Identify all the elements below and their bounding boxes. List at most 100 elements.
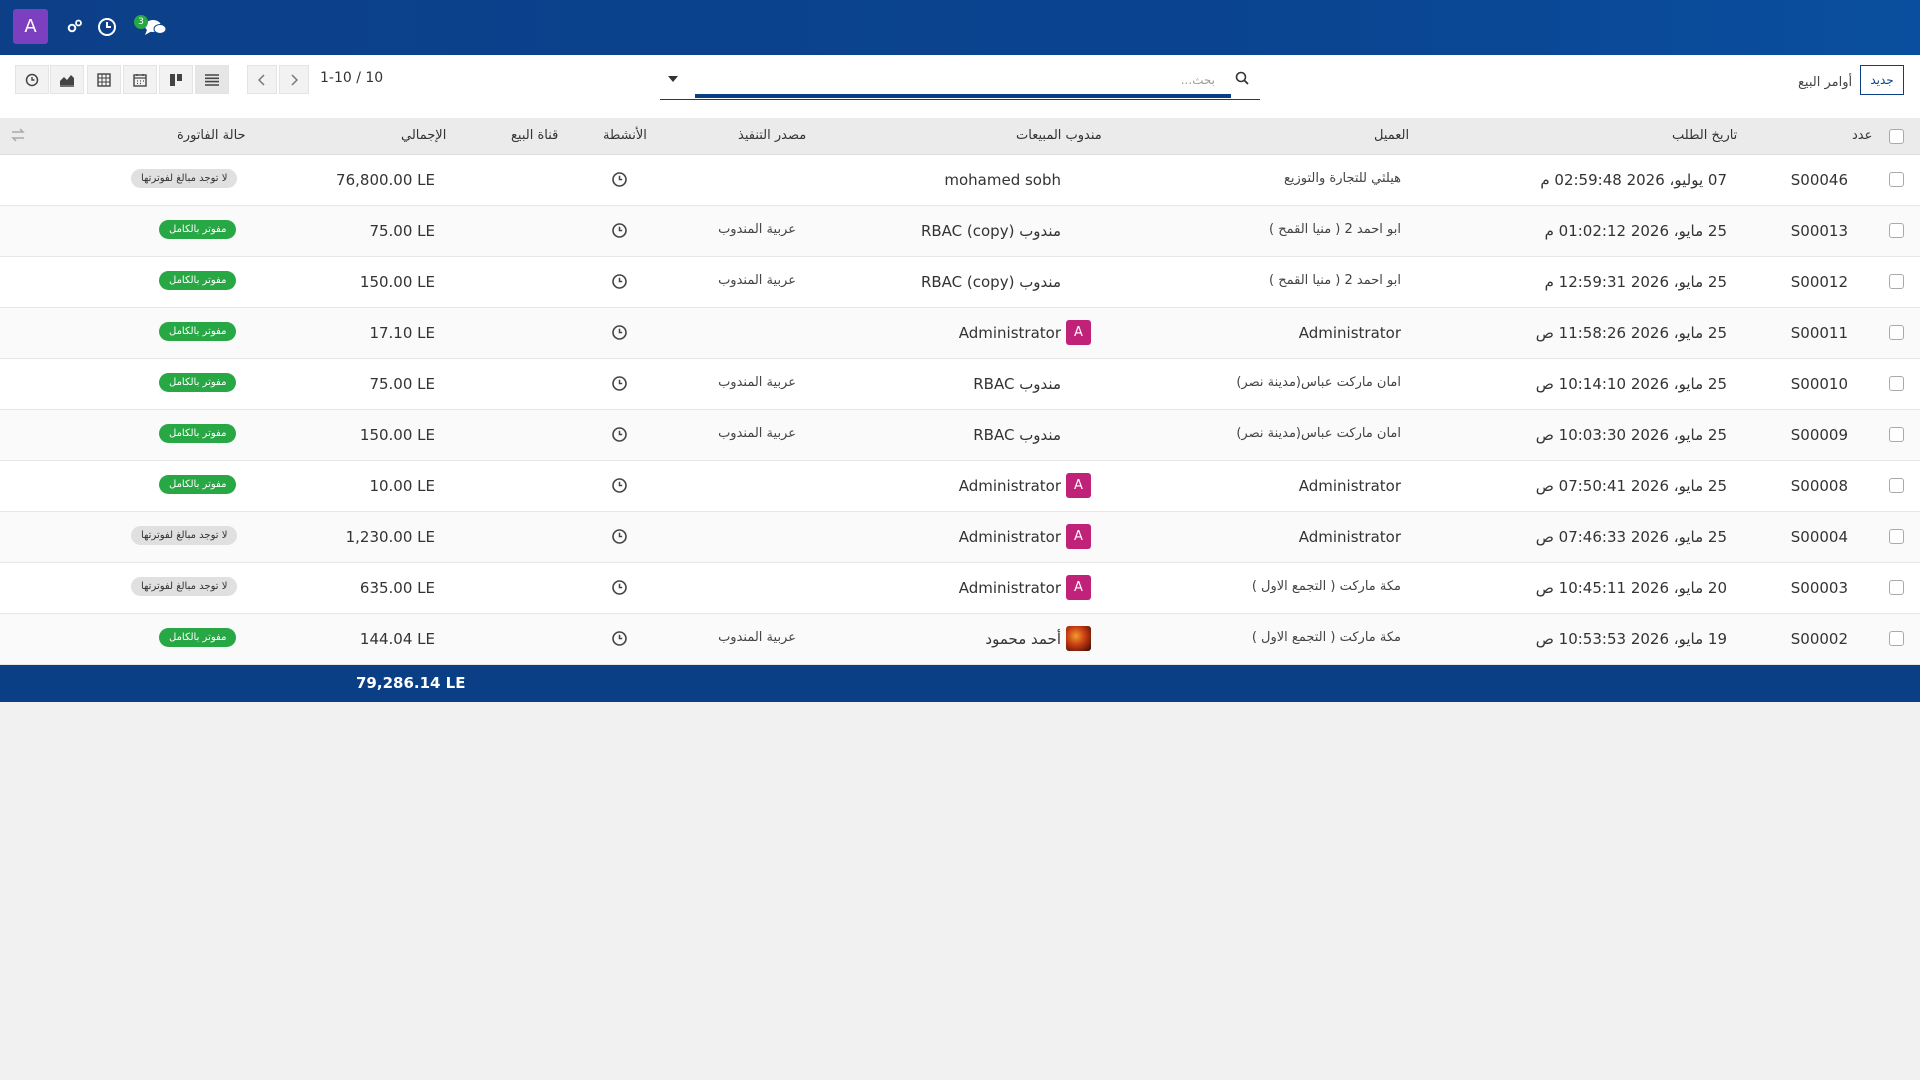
activity-clock-icon[interactable]	[611, 477, 628, 494]
activity-clock-icon[interactable]	[611, 171, 628, 188]
customer-name: ابو احمد 2 ( منيا القمح )	[1269, 222, 1401, 237]
salesperson-photo-avatar	[1066, 626, 1091, 651]
header-fulfillment-source[interactable]: مصدر التنفيذ	[738, 128, 806, 143]
pager-value[interactable]: 1-10 / 10	[320, 70, 383, 86]
header-number[interactable]: عدد	[1852, 128, 1872, 143]
new-button[interactable]: جديد	[1860, 65, 1904, 95]
salesperson-avatar: A	[1066, 473, 1091, 498]
order-total: 150.00 LE	[359, 426, 435, 444]
select-all-checkbox[interactable]	[1889, 129, 1904, 144]
row-checkbox[interactable]	[1889, 580, 1904, 595]
list-view-button[interactable]	[195, 65, 229, 94]
order-number: S00003	[1790, 579, 1848, 597]
order-date: 25 مايو، 2026 12:59:31 م	[1544, 273, 1727, 291]
search-icon[interactable]	[1235, 71, 1251, 87]
table-row[interactable]: S00011 25 مايو، 2026 11:58:26 ص Administra…	[0, 308, 1920, 359]
table-row[interactable]: S00010 25 مايو، 2026 10:14:10 ص امان ماركت…	[0, 359, 1920, 410]
invoice-status-badge: مفوتر بالكامل	[159, 628, 237, 647]
optional-columns-icon[interactable]	[10, 128, 26, 144]
row-checkbox[interactable]	[1889, 478, 1904, 493]
header-total[interactable]: الإجمالي	[401, 128, 446, 143]
row-checkbox[interactable]	[1889, 529, 1904, 544]
invoice-status-badge: لا توجد مبالغ لفوترتها	[131, 577, 238, 596]
order-total: 150.00 LE	[359, 273, 435, 291]
salesperson-name: أحمد محمود	[985, 630, 1061, 648]
table-row[interactable]: S00004 25 مايو، 2026 07:46:33 ص Administra…	[0, 512, 1920, 563]
calendar-icon	[133, 73, 147, 87]
invoice-status-badge: مفوتر بالكامل	[159, 373, 237, 392]
row-checkbox[interactable]	[1889, 427, 1904, 442]
fulfillment-source: عربية المندوب	[718, 273, 796, 288]
salesperson-name: RBAC (copy) مندوب	[920, 273, 1061, 291]
header-invoice-status[interactable]: حالة الفاتورة	[177, 128, 246, 143]
activity-clock-icon[interactable]	[611, 375, 628, 392]
activity-clock-icon[interactable]	[611, 222, 628, 239]
calendar-view-button[interactable]	[123, 65, 157, 94]
table-row[interactable]: S00046 07 يوليو، 2026 02:59:48 م هيلثي للت…	[0, 155, 1920, 206]
table-row[interactable]: S00013 25 مايو، 2026 01:02:12 م ابو احمد 2…	[0, 206, 1920, 257]
activity-clock-icon[interactable]	[611, 528, 628, 545]
activity-clock-icon[interactable]	[611, 579, 628, 596]
salesperson-name: RBAC مندوب	[973, 426, 1061, 444]
table-body: S00046 07 يوليو، 2026 02:59:48 م هيلثي للت…	[0, 155, 1920, 665]
search-focus-underline	[695, 94, 1231, 98]
activity-view-button[interactable]	[15, 65, 49, 94]
header-salesperson[interactable]: مندوب المبيعات	[1016, 128, 1102, 143]
pager-previous-button[interactable]	[247, 65, 277, 94]
order-date: 25 مايو، 2026 10:03:30 ص	[1535, 426, 1727, 444]
pivot-view-button[interactable]	[87, 65, 121, 94]
table-row[interactable]: S00008 25 مايو، 2026 07:50:41 ص Administra…	[0, 461, 1920, 512]
order-total: 75.00 LE	[369, 222, 435, 240]
pager-next-button[interactable]	[279, 65, 309, 94]
row-checkbox[interactable]	[1889, 223, 1904, 238]
row-checkbox[interactable]	[1889, 172, 1904, 187]
order-total: 75.00 LE	[369, 375, 435, 393]
header-customer[interactable]: العميل	[1374, 128, 1409, 143]
order-number: S00011	[1790, 324, 1848, 342]
customer-name: Administrator	[1298, 528, 1401, 546]
fulfillment-source: عربية المندوب	[718, 222, 796, 237]
customer-name: Administrator	[1298, 324, 1401, 342]
row-checkbox[interactable]	[1889, 274, 1904, 289]
footer-total: 79,286.14 LE	[356, 674, 466, 692]
activity-clock-icon[interactable]	[611, 324, 628, 341]
list-icon	[205, 73, 219, 86]
settings-cogs-icon[interactable]	[66, 17, 88, 39]
chevron-left-icon	[258, 73, 265, 86]
activity-clock-icon[interactable]	[611, 630, 628, 647]
sales-orders-table: حالة الفاتورة الإجمالي قناة البيع الأنشط…	[0, 118, 1920, 702]
customer-name: امان ماركت عباس(مدينة نصر)	[1236, 375, 1401, 390]
search-options-toggle[interactable]	[668, 76, 678, 82]
salesperson-name: Administrator	[958, 477, 1061, 495]
chevron-right-icon	[291, 73, 298, 86]
fulfillment-source: عربية المندوب	[718, 426, 796, 441]
activity-clock-icon[interactable]	[611, 426, 628, 443]
row-checkbox[interactable]	[1889, 325, 1904, 340]
table-footer: 79,286.14 LE	[0, 665, 1920, 702]
header-order-date[interactable]: تاريخ الطلب	[1672, 128, 1737, 143]
activity-icon	[25, 73, 39, 86]
activity-clock-icon[interactable]	[611, 273, 628, 290]
invoice-status-badge: مفوتر بالكامل	[159, 220, 237, 239]
kanban-view-button[interactable]	[159, 65, 193, 94]
search-input[interactable]	[695, 69, 1215, 91]
row-checkbox[interactable]	[1889, 376, 1904, 391]
invoice-status-badge: مفوتر بالكامل	[159, 424, 237, 443]
row-checkbox[interactable]	[1889, 631, 1904, 646]
header-sales-channel[interactable]: قناة البيع	[511, 128, 558, 143]
table-row[interactable]: S00012 25 مايو، 2026 12:59:31 م ابو احمد 2…	[0, 257, 1920, 308]
invoice-status-badge: مفوتر بالكامل	[159, 271, 237, 290]
order-date: 25 مايو، 2026 10:14:10 ص	[1535, 375, 1727, 393]
salesperson-name: Administrator	[958, 579, 1061, 597]
user-avatar[interactable]: A	[13, 9, 48, 44]
table-row[interactable]: S00003 20 مايو، 2026 10:45:11 ص مكة ماركت …	[0, 563, 1920, 614]
header-activities[interactable]: الأنشطة	[603, 128, 647, 143]
invoice-status-badge: مفوتر بالكامل	[159, 475, 237, 494]
clock-icon[interactable]	[97, 17, 119, 39]
salesperson-avatar: A	[1066, 575, 1091, 600]
customer-name: امان ماركت عباس(مدينة نصر)	[1236, 426, 1401, 441]
table-row[interactable]: S00009 25 مايو، 2026 10:03:30 ص امان ماركت…	[0, 410, 1920, 461]
salesperson-name: mohamed sobh	[944, 171, 1061, 189]
graph-view-button[interactable]	[50, 65, 84, 94]
table-row[interactable]: S00002 19 مايو، 2026 10:53:53 ص مكة ماركت …	[0, 614, 1920, 665]
